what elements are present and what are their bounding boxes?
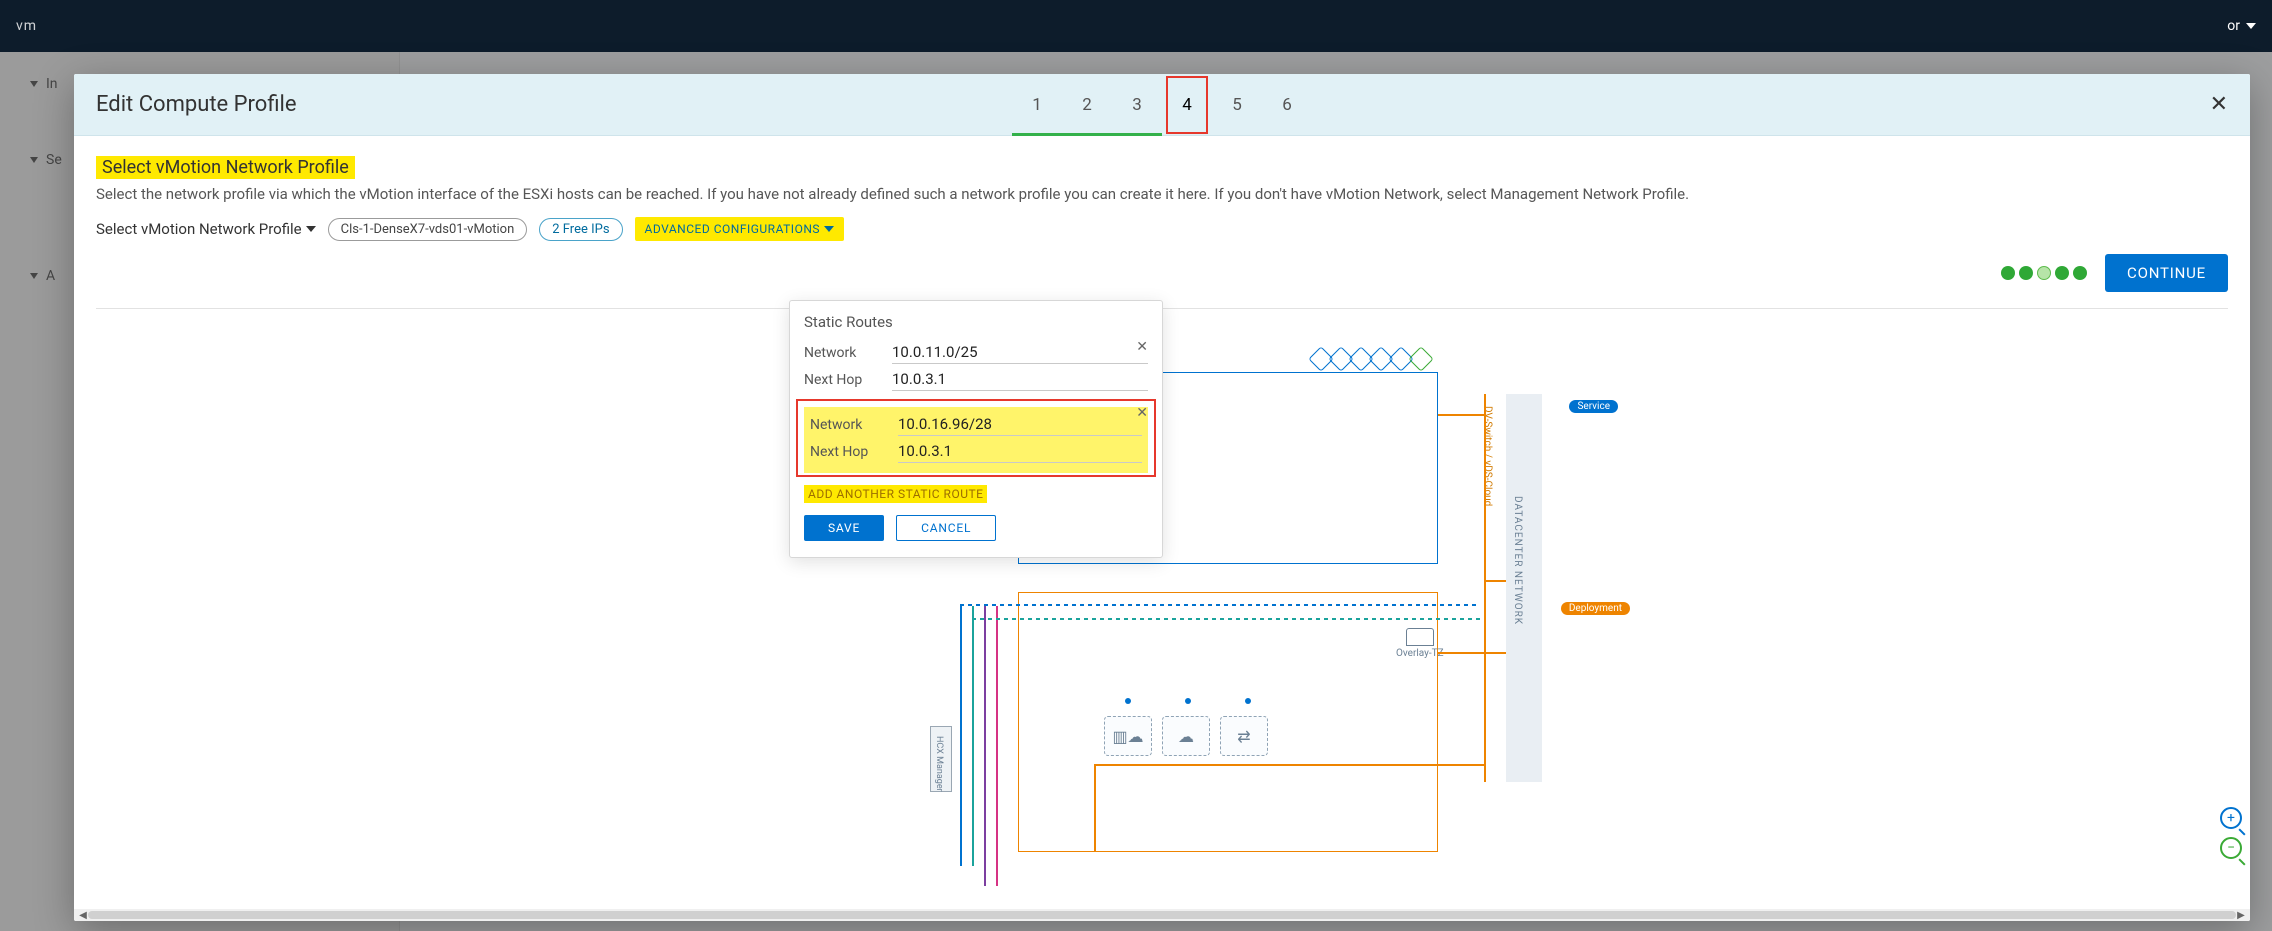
zoom-out-icon[interactable] xyxy=(2220,837,2242,859)
step-3[interactable]: 3 xyxy=(1112,74,1162,136)
section-heading: Select vMotion Network Profile xyxy=(96,156,355,179)
wire xyxy=(984,606,986,886)
hcx-manager-label: HCX Manager xyxy=(934,736,944,792)
compute-profile-dialog: Edit Compute Profile 1 2 3 4 5 6 ✕ Selec… xyxy=(74,74,2250,921)
step-1[interactable]: 1 xyxy=(1012,74,1062,136)
node-dot xyxy=(1245,698,1251,704)
modal-overlay: LE Edit Compute Profile 1 2 3 4 5 6 ✕ Se… xyxy=(0,52,2272,931)
hex-icon xyxy=(1408,346,1433,371)
route-network-label: Network xyxy=(804,345,892,361)
wire xyxy=(960,604,1480,606)
overlay-tz-icon xyxy=(1406,628,1434,646)
progress-dot xyxy=(2001,266,2015,280)
wire xyxy=(1438,652,1506,654)
progress-dot xyxy=(2073,266,2087,280)
route-network-input[interactable] xyxy=(892,341,1148,364)
route-nexthop-label: Next Hop xyxy=(804,372,892,388)
route-nexthop-input[interactable] xyxy=(892,368,1148,391)
wizard-steps: 1 2 3 4 5 6 xyxy=(1012,74,1312,136)
user-label: or xyxy=(2227,18,2240,34)
progress-dot xyxy=(2055,266,2069,280)
continue-area: CONTINUE xyxy=(2001,254,2228,292)
app-bar: vm or xyxy=(0,0,2272,52)
chevron-down-icon xyxy=(306,226,316,232)
step-5[interactable]: 5 xyxy=(1212,74,1262,136)
profile-dropdown[interactable]: Select vMotion Network Profile xyxy=(96,220,316,238)
wire xyxy=(1484,580,1506,582)
wire xyxy=(1484,394,1486,782)
section-description: Select the network profile via which the… xyxy=(96,185,2228,203)
route-network-input[interactable] xyxy=(898,413,1142,436)
scroll-left-icon[interactable]: ◀ xyxy=(78,910,88,920)
step-4[interactable]: 4 xyxy=(1162,74,1212,136)
chevron-down-icon xyxy=(824,226,834,232)
wire xyxy=(1094,764,1096,852)
selected-profile-pill[interactable]: Cls-1-DenseX7-vds01-vMotion xyxy=(328,218,528,241)
dialog-body: Select vMotion Network Profile Select th… xyxy=(74,136,2250,909)
advanced-label: ADVANCED CONFIGURATIONS xyxy=(645,222,820,236)
zoom-controls xyxy=(2220,807,2242,859)
service-icons xyxy=(1312,350,1430,368)
continue-button[interactable]: CONTINUE xyxy=(2105,254,2228,292)
appliance-icon: ⇄ xyxy=(1220,716,1268,756)
dialog-title: Edit Compute Profile xyxy=(96,92,297,117)
wire xyxy=(1438,414,1484,416)
overlay-tz-label: Overlay-TZ xyxy=(1396,648,1444,659)
wire xyxy=(972,606,974,866)
datacenter-network-label: DATACENTER NETWORK xyxy=(1512,496,1523,625)
progress-dot xyxy=(2019,266,2033,280)
route-actions: SAVE CANCEL xyxy=(804,515,1148,541)
service-badge: Service xyxy=(1569,400,1618,413)
route-entry: ✕ Network Next Hop xyxy=(804,407,1148,473)
remove-route-icon[interactable]: ✕ xyxy=(1136,339,1148,355)
route-entry: ✕ Network Next Hop xyxy=(804,341,1148,399)
appliance-icon: ▥☁ xyxy=(1104,716,1152,756)
advanced-configurations-toggle[interactable]: ADVANCED CONFIGURATIONS xyxy=(635,217,844,241)
remove-route-icon[interactable]: ✕ xyxy=(1136,405,1148,421)
scrollbar-thumb[interactable] xyxy=(88,911,2236,919)
zoom-in-icon[interactable] xyxy=(2220,807,2242,829)
static-routes-panel: Static Routes ✕ Network Next Hop ✕ xyxy=(789,300,1163,558)
wire xyxy=(996,606,998,886)
node-dot xyxy=(1185,698,1191,704)
cancel-button[interactable]: CANCEL xyxy=(896,515,996,541)
add-route-button[interactable]: ADD ANOTHER STATIC ROUTE xyxy=(804,485,987,503)
user-menu[interactable]: or xyxy=(2227,18,2256,34)
step-2[interactable]: 2 xyxy=(1062,74,1112,136)
step-6[interactable]: 6 xyxy=(1262,74,1312,136)
route-nexthop-label: Next Hop xyxy=(810,444,898,460)
save-button[interactable]: SAVE xyxy=(804,515,884,541)
scroll-right-icon[interactable]: ▶ xyxy=(2236,910,2246,920)
route-nexthop-input[interactable] xyxy=(898,440,1142,463)
vmware-logo: vm xyxy=(16,18,37,34)
appliance-icons: ▥☁ ☁ ⇄ xyxy=(1104,716,1268,756)
wire xyxy=(972,618,1480,620)
close-icon[interactable]: ✕ xyxy=(2210,92,2228,117)
route-network-label: Network xyxy=(810,417,898,433)
profile-dropdown-label: Select vMotion Network Profile xyxy=(96,220,302,238)
wire xyxy=(960,606,962,866)
wire xyxy=(1094,764,1484,766)
free-ips-pill[interactable]: 2 Free IPs xyxy=(539,218,622,241)
progress-dot xyxy=(2037,266,2051,280)
chevron-down-icon xyxy=(2246,23,2256,29)
progress-dots xyxy=(2001,266,2087,280)
appliance-icon: ☁ xyxy=(1162,716,1210,756)
horizontal-scrollbar[interactable]: ◀ ▶ xyxy=(74,909,2250,921)
deployment-badge: Deployment xyxy=(1561,602,1630,615)
dialog-header: Edit Compute Profile 1 2 3 4 5 6 ✕ xyxy=(74,74,2250,136)
profile-row: Select vMotion Network Profile Cls-1-Den… xyxy=(96,217,2228,241)
node-dot xyxy=(1125,698,1131,704)
overlay-tz: Overlay-TZ xyxy=(1396,628,1444,659)
routes-title: Static Routes xyxy=(804,313,1148,331)
